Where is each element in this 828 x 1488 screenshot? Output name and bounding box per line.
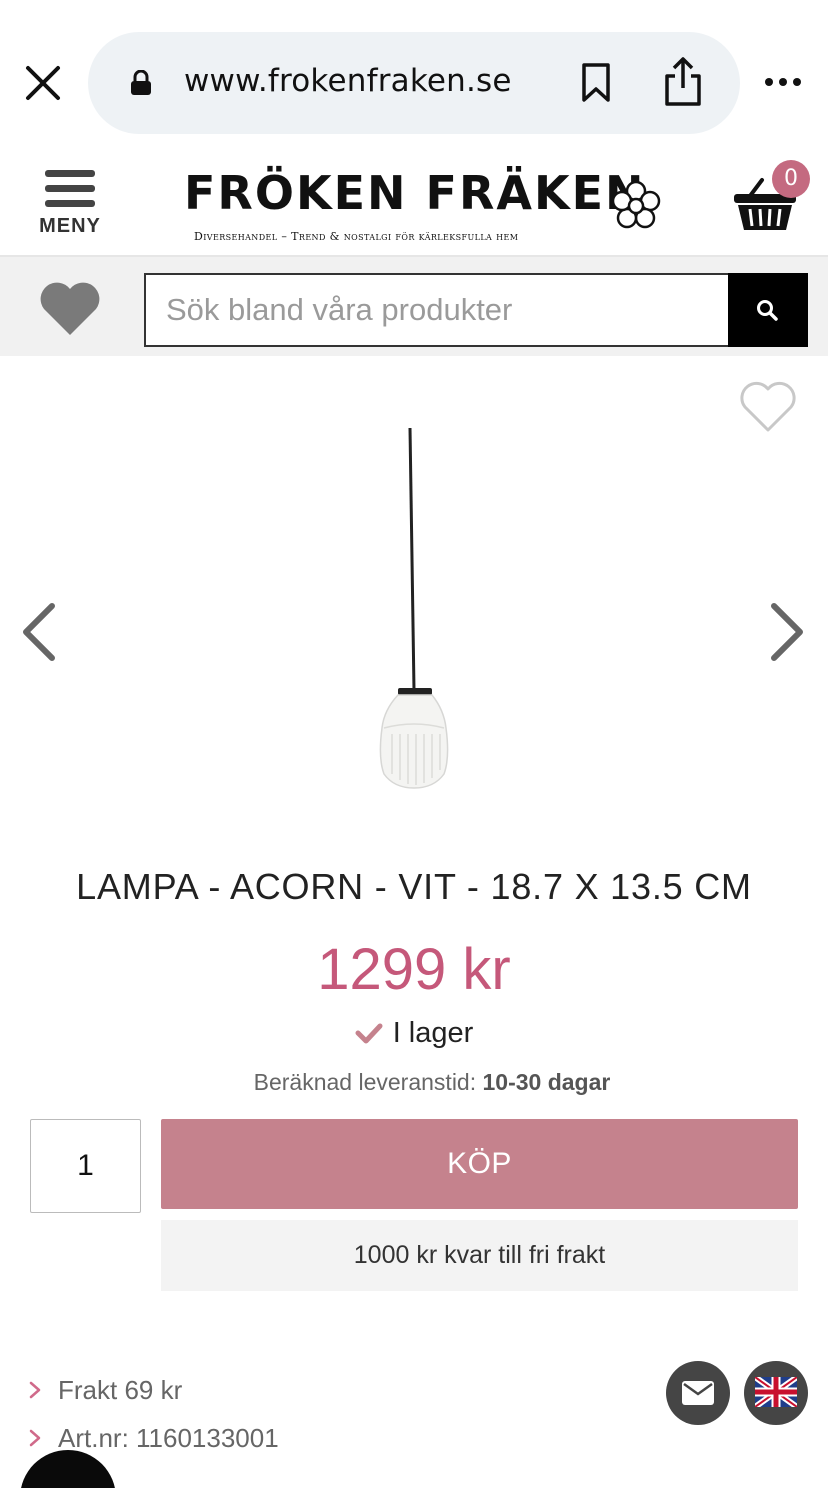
check-icon (355, 1023, 383, 1044)
delivery-estimate: Beräknad leveranstid: 10-30 dagar (0, 1069, 828, 1096)
delivery-value: 10-30 dagar (482, 1069, 611, 1095)
info-item-label: Art.nr: 1160133001 (58, 1422, 279, 1453)
menu-label: MENY (39, 215, 101, 237)
more-icon[interactable] (764, 76, 802, 88)
info-item-shipping[interactable]: Frakt 69 kr (28, 1366, 628, 1414)
stock-status: I lager (0, 1017, 828, 1050)
mail-icon (682, 1381, 714, 1405)
delivery-label: Beräknad leveranstid: (253, 1069, 477, 1095)
search-strip (0, 257, 828, 356)
chevron-right-icon[interactable] (766, 602, 808, 662)
address-bar[interactable]: www.frokenfraken.se (88, 32, 740, 134)
url-text: www.frokenfraken.se (184, 63, 512, 99)
language-button[interactable] (744, 1361, 808, 1425)
close-icon[interactable] (22, 62, 64, 104)
cart-count-badge: 0 (772, 160, 810, 198)
info-item-label: Frakt 69 kr (58, 1374, 183, 1405)
hamburger-icon (34, 168, 106, 207)
product-info-list: Frakt 69 kr Art.nr: 1160133001 (28, 1366, 628, 1462)
share-icon[interactable] (662, 56, 704, 108)
search-input[interactable] (144, 273, 730, 347)
product-image[interactable] (364, 428, 464, 792)
favorite-heart-icon[interactable] (738, 380, 798, 434)
lock-icon (131, 70, 151, 95)
buy-button[interactable]: KÖP (161, 1119, 798, 1209)
flower-icon (611, 180, 661, 229)
site-logo[interactable]: FRÖKEN FRÄKEN Diversehandel – Trend & no… (180, 164, 666, 244)
stock-label: I lager (392, 1017, 474, 1049)
info-item-article-number[interactable]: Art.nr: 1160133001 (28, 1414, 628, 1462)
cart-button[interactable]: 0 (732, 160, 812, 240)
logo-title: FRÖKEN FRÄKEN (184, 166, 646, 220)
product-price: 1299 kr (317, 937, 511, 1002)
wishlist-heart-icon[interactable] (38, 279, 102, 337)
chevron-left-icon[interactable] (18, 602, 60, 662)
bookmark-icon[interactable] (578, 62, 614, 104)
product-title: LAMPA - ACORN - VIT - 18.7 X 13.5 CM (76, 866, 752, 907)
site-header: MENY FRÖKEN FRÄKEN Diversehandel – Trend… (0, 150, 828, 257)
chevron-right-icon (29, 1429, 41, 1447)
chevron-right-icon (29, 1381, 41, 1399)
logo-tagline: Diversehandel – Trend & nostalgi för kär… (194, 230, 519, 243)
browser-bar: www.frokenfraken.se (0, 0, 828, 150)
search-button[interactable] (728, 273, 808, 347)
product-gallery (0, 356, 828, 846)
contact-email-button[interactable] (666, 1361, 730, 1425)
search-icon (757, 300, 778, 321)
uk-flag-icon (755, 1377, 797, 1407)
menu-button[interactable]: MENY (34, 168, 106, 246)
free-shipping-notice: 1000 kr kvar till fri frakt (161, 1220, 798, 1291)
quantity-input[interactable] (30, 1119, 141, 1213)
